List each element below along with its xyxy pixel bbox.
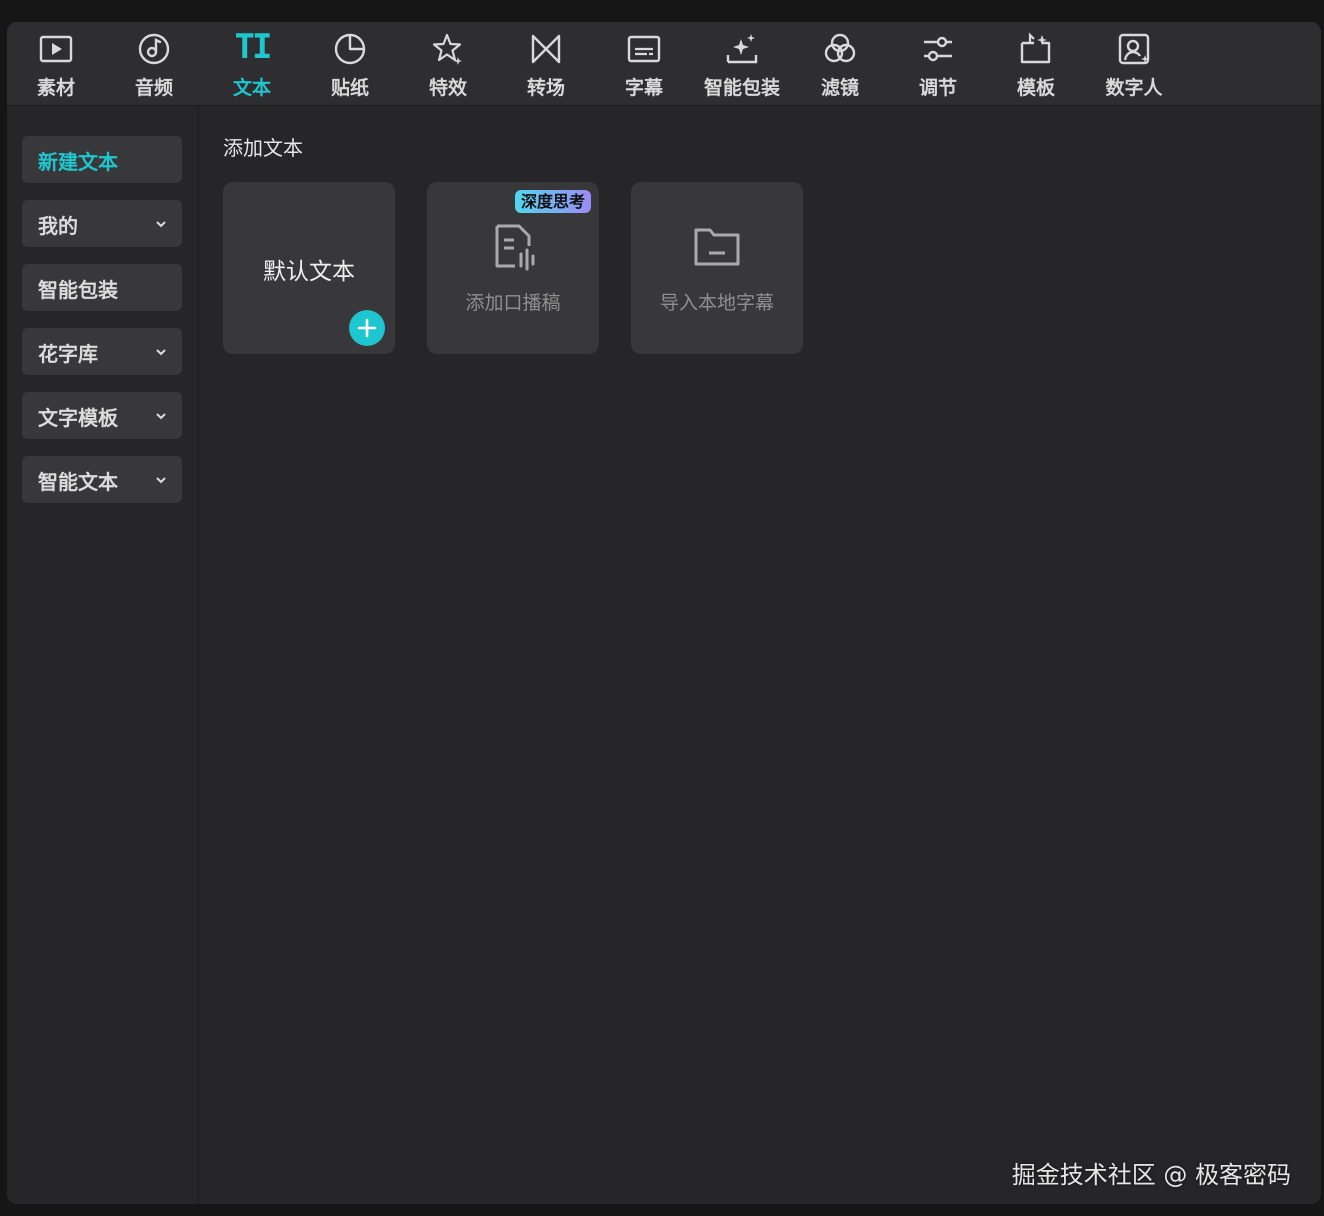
star-sparkle-icon xyxy=(432,33,462,65)
chevron-down-icon xyxy=(156,221,166,228)
tab-templates[interactable]: 模板 xyxy=(987,22,1085,105)
sidebar-item-label: 智能包装 xyxy=(38,278,118,302)
music-note-icon xyxy=(138,33,170,65)
sidebar-item-fancy-text[interactable]: 花字库 xyxy=(22,328,182,375)
tab-label: 文本 xyxy=(232,77,271,99)
tab-label: 滤镜 xyxy=(820,77,859,99)
app-window: 素材 音频 TI 文本 贴纸 特效 转场 字幕 智能包装 滤镜 调节 模板 数字… xyxy=(7,22,1321,1204)
tab-transition[interactable]: 转场 xyxy=(497,22,595,105)
tab-effects[interactable]: 特效 xyxy=(399,22,497,105)
sidebar-item-mine[interactable]: 我的 xyxy=(22,200,182,247)
sidebar: 新建文本 我的 智能包装 花字库 文字模板 智能文本 xyxy=(7,106,199,1204)
chevron-down-icon xyxy=(156,477,166,484)
card-label: 导入本地字幕 xyxy=(659,292,774,314)
tab-label: 数字人 xyxy=(1105,77,1163,99)
tab-label: 模板 xyxy=(1016,77,1055,99)
watermark: 掘金技术社区 @ 极客密码 xyxy=(1011,1161,1291,1189)
sliders-icon xyxy=(924,36,952,62)
digital-human-icon xyxy=(1118,33,1150,65)
script-document-icon xyxy=(495,224,535,271)
plus-icon xyxy=(357,318,377,338)
tab-sticker[interactable]: 贴纸 xyxy=(301,22,399,105)
card-label: 默认文本 xyxy=(263,259,355,285)
tab-avatar[interactable]: 数字人 xyxy=(1085,22,1183,105)
sticker-icon xyxy=(334,33,366,65)
filter-circles-icon xyxy=(824,33,856,63)
tab-label: 智能包装 xyxy=(703,77,780,99)
section-title: 添加文本 xyxy=(223,136,303,160)
add-button[interactable] xyxy=(349,310,385,346)
sidebar-item-text-templates[interactable]: 文字模板 xyxy=(22,392,182,439)
captions-icon xyxy=(627,35,661,63)
tab-text[interactable]: TI 文本 xyxy=(203,22,301,105)
tab-adjust[interactable]: 调节 xyxy=(889,22,987,105)
sidebar-item-smart-text[interactable]: 智能文本 xyxy=(22,456,182,503)
sidebar-item-label: 智能文本 xyxy=(38,470,118,494)
tab-captions[interactable]: 字幕 xyxy=(595,22,693,105)
chevron-down-icon xyxy=(156,413,166,420)
bowtie-transition-icon xyxy=(531,34,561,64)
import-subtitles-card[interactable]: 导入本地字幕 xyxy=(631,182,803,354)
media-play-icon xyxy=(39,35,73,63)
tab-audio[interactable]: 音频 xyxy=(105,22,203,105)
tab-label: 素材 xyxy=(36,77,75,99)
folder-icon xyxy=(694,228,740,266)
tab-media[interactable]: 素材 xyxy=(7,22,105,105)
tab-label: 调节 xyxy=(918,77,957,99)
top-toolbar: 素材 音频 TI 文本 贴纸 特效 转场 字幕 智能包装 滤镜 调节 模板 数字… xyxy=(7,22,1321,106)
magic-wand-icon xyxy=(726,34,758,64)
tab-smart-pack[interactable]: 智能包装 xyxy=(693,22,791,105)
tab-filters[interactable]: 滤镜 xyxy=(791,22,889,105)
tab-label: 字幕 xyxy=(624,77,663,99)
tab-label: 贴纸 xyxy=(330,77,369,99)
sidebar-item-label: 文字模板 xyxy=(38,406,118,430)
template-icon xyxy=(1020,32,1051,64)
sidebar-item-smart-pack[interactable]: 智能包装 xyxy=(22,264,182,311)
tab-label: 音频 xyxy=(134,77,173,99)
default-text-card[interactable]: 默认文本 xyxy=(223,182,395,354)
card-label: 添加口播稿 xyxy=(465,292,561,314)
deep-think-badge: 深度思考 xyxy=(514,190,591,213)
tab-label: 转场 xyxy=(526,77,565,99)
tab-label: 特效 xyxy=(428,77,467,99)
add-script-card[interactable]: 深度思考 添加口播稿 xyxy=(427,182,599,354)
main-panel: 添加文本 默认文本 深度思考 添加口播稿 导入本地字幕 掘金技术社区 @ 极客密… xyxy=(199,106,1321,1204)
sidebar-item-label: 花字库 xyxy=(38,342,98,366)
chevron-down-icon xyxy=(156,349,166,356)
sidebar-item-label: 新建文本 xyxy=(38,150,118,174)
sidebar-item-new-text[interactable]: 新建文本 xyxy=(22,136,182,183)
text-ti-icon: TI xyxy=(234,27,273,67)
sidebar-item-label: 我的 xyxy=(38,214,78,238)
